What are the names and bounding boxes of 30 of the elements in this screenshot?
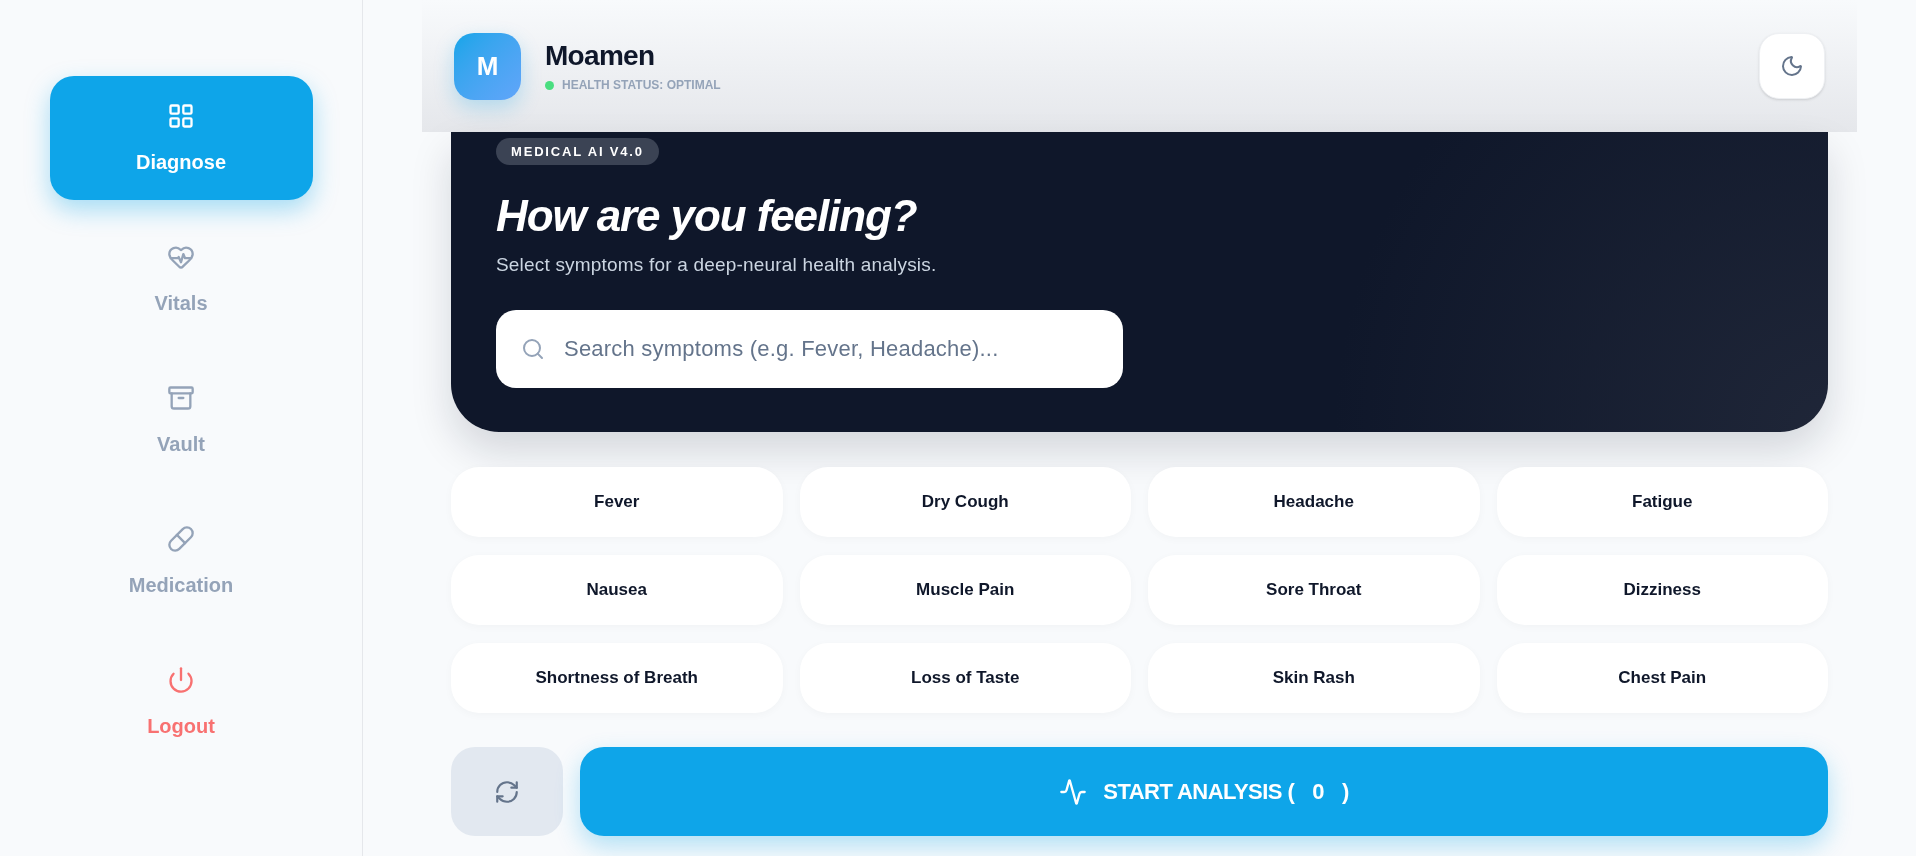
symptom-option[interactable]: Shortness of Breath [451, 643, 783, 713]
search-icon [521, 337, 545, 361]
symptom-option[interactable]: Sore Throat [1148, 555, 1480, 625]
search-field[interactable]: Search symptoms (e.g. Fever, Headache)... [496, 310, 1123, 388]
refresh-button[interactable] [451, 747, 563, 836]
heart-pulse-icon [167, 243, 195, 271]
symptom-option[interactable]: Dry Cough [799, 467, 1131, 537]
symptom-option[interactable]: Nausea [451, 555, 783, 625]
hero-title: How are you feeling? [496, 190, 917, 242]
symptom-option[interactable]: Fatigue [1496, 467, 1828, 537]
symptom-option[interactable]: Chest Pain [1496, 643, 1828, 713]
user-name: Moamen [545, 39, 656, 72]
symptom-option[interactable]: Headache [1148, 467, 1480, 537]
version-badge: MEDICAL AI V4.0 [496, 138, 659, 165]
health-status: HEALTH STATUS: OPTIMAL [562, 77, 721, 93]
archive-box-icon [167, 384, 195, 412]
theme-toggle-button[interactable] [1759, 33, 1825, 99]
pill-icon [167, 525, 195, 553]
symptom-option[interactable]: Fever [451, 467, 783, 537]
symptom-option[interactable]: Skin Rash [1148, 643, 1480, 713]
refresh-icon [494, 778, 520, 805]
symptom-option[interactable]: Muscle Pain [799, 555, 1131, 625]
pulse-line-icon [1059, 777, 1088, 806]
moon-icon [1780, 54, 1804, 78]
hero-subtitle: Select symptoms for a deep-neural health analysis. [496, 253, 937, 277]
symptom-option[interactable]: Dizziness [1496, 555, 1828, 625]
grid-icon [167, 102, 195, 130]
power-icon [167, 666, 195, 694]
user-avatar: M [454, 32, 521, 100]
symptom-option[interactable]: Loss of Taste [799, 643, 1131, 713]
